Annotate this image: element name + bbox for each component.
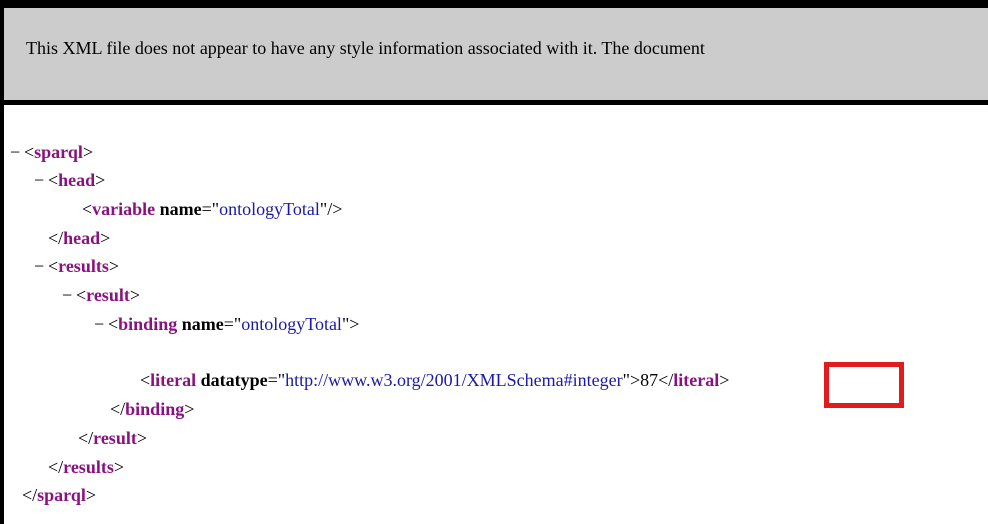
- collapse-toggle-sparql[interactable]: −: [10, 138, 24, 166]
- viewport-top-border: [0, 0, 988, 8]
- node-head-open: − <head>: [34, 166, 105, 194]
- attr-name: name: [159, 199, 202, 219]
- tag-head: head: [58, 170, 96, 190]
- tag-variable: variable: [92, 199, 156, 219]
- collapse-toggle-binding[interactable]: −: [94, 310, 108, 338]
- collapse-toggle-results[interactable]: −: [34, 252, 48, 280]
- collapse-toggle-head[interactable]: −: [34, 166, 48, 194]
- tag-sparql-close: sparql: [37, 485, 86, 505]
- node-results-open: − <results>: [34, 252, 119, 280]
- node-sparql-close: </sparql>: [22, 485, 97, 505]
- tag-result: result: [86, 285, 130, 305]
- xml-info-message: This XML file does not appear to have an…: [26, 38, 705, 58]
- node-binding-open: − <binding name="ontologyTotal">: [94, 310, 359, 338]
- xml-info-banner: This XML file does not appear to have an…: [4, 8, 988, 105]
- tag-results-close: results: [63, 457, 114, 477]
- attr-value-binding: ontologyTotal: [241, 314, 342, 334]
- tag-binding-close: binding: [125, 399, 185, 419]
- tag-binding: binding: [118, 314, 178, 334]
- node-head-close: </head>: [48, 228, 111, 248]
- attr-value-datatype: http://www.w3.org/2001/XMLSchema#integer: [285, 370, 623, 390]
- tag-result-close: result: [93, 428, 137, 448]
- node-result-open: − <result>: [62, 281, 140, 309]
- attr-name-binding: name: [181, 314, 224, 334]
- tag-head-close: head: [63, 228, 101, 248]
- xml-tree: − <sparql> − <head> <variable name="ontolo…: [4, 118, 988, 524]
- node-variable: <variable name="ontologyTotal"/>: [82, 199, 343, 219]
- node-binding-close: </binding>: [110, 399, 195, 419]
- tag-literal: literal: [150, 370, 197, 390]
- attr-datatype: datatype: [200, 370, 268, 390]
- node-literal: <literal datatype="http://www.w3.org/200…: [140, 370, 730, 390]
- node-sparql-open: − <sparql>: [10, 138, 93, 166]
- tag-results: results: [58, 256, 109, 276]
- node-result-close: </result>: [78, 428, 147, 448]
- tag-literal-close: literal: [673, 370, 720, 390]
- node-results-close: </results>: [48, 457, 124, 477]
- literal-value: 87: [640, 370, 659, 390]
- attr-value-ontologyTotal: ontologyTotal: [219, 199, 320, 219]
- tag-sparql: sparql: [34, 142, 83, 162]
- collapse-toggle-result[interactable]: −: [62, 281, 76, 309]
